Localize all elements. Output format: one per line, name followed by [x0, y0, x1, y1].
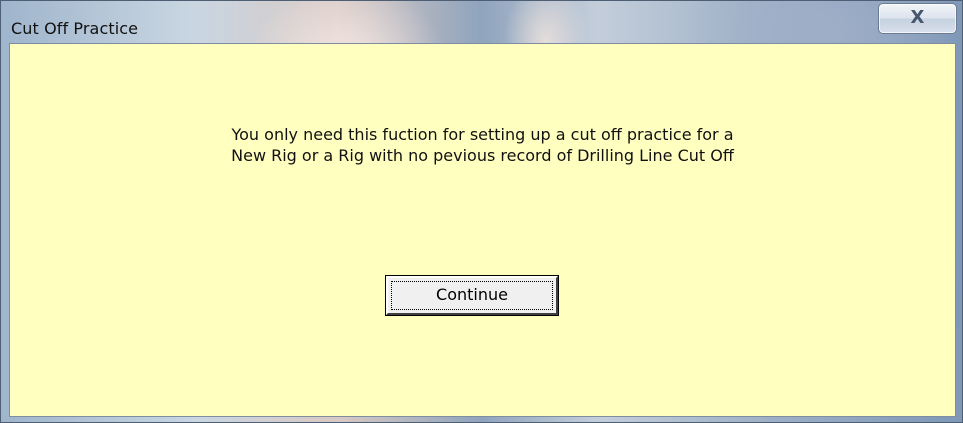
close-button[interactable]: X — [878, 3, 957, 34]
message-text: You only need this fuction for setting u… — [10, 124, 955, 166]
message-line-1: You only need this fuction for setting u… — [231, 125, 734, 144]
continue-button[interactable]: Continue — [385, 275, 559, 316]
dialog-client-area: You only need this fuction for setting u… — [9, 43, 956, 417]
message-line-2: New Rig or a Rig with no pevious record … — [231, 146, 734, 165]
dialog-window: Cut Off Practice X You only need this fu… — [0, 0, 963, 423]
continue-button-label: Continue — [436, 285, 508, 304]
title-bar[interactable]: Cut Off Practice X — [1, 1, 962, 43]
window-title: Cut Off Practice — [11, 19, 139, 38]
close-icon: X — [910, 7, 925, 28]
